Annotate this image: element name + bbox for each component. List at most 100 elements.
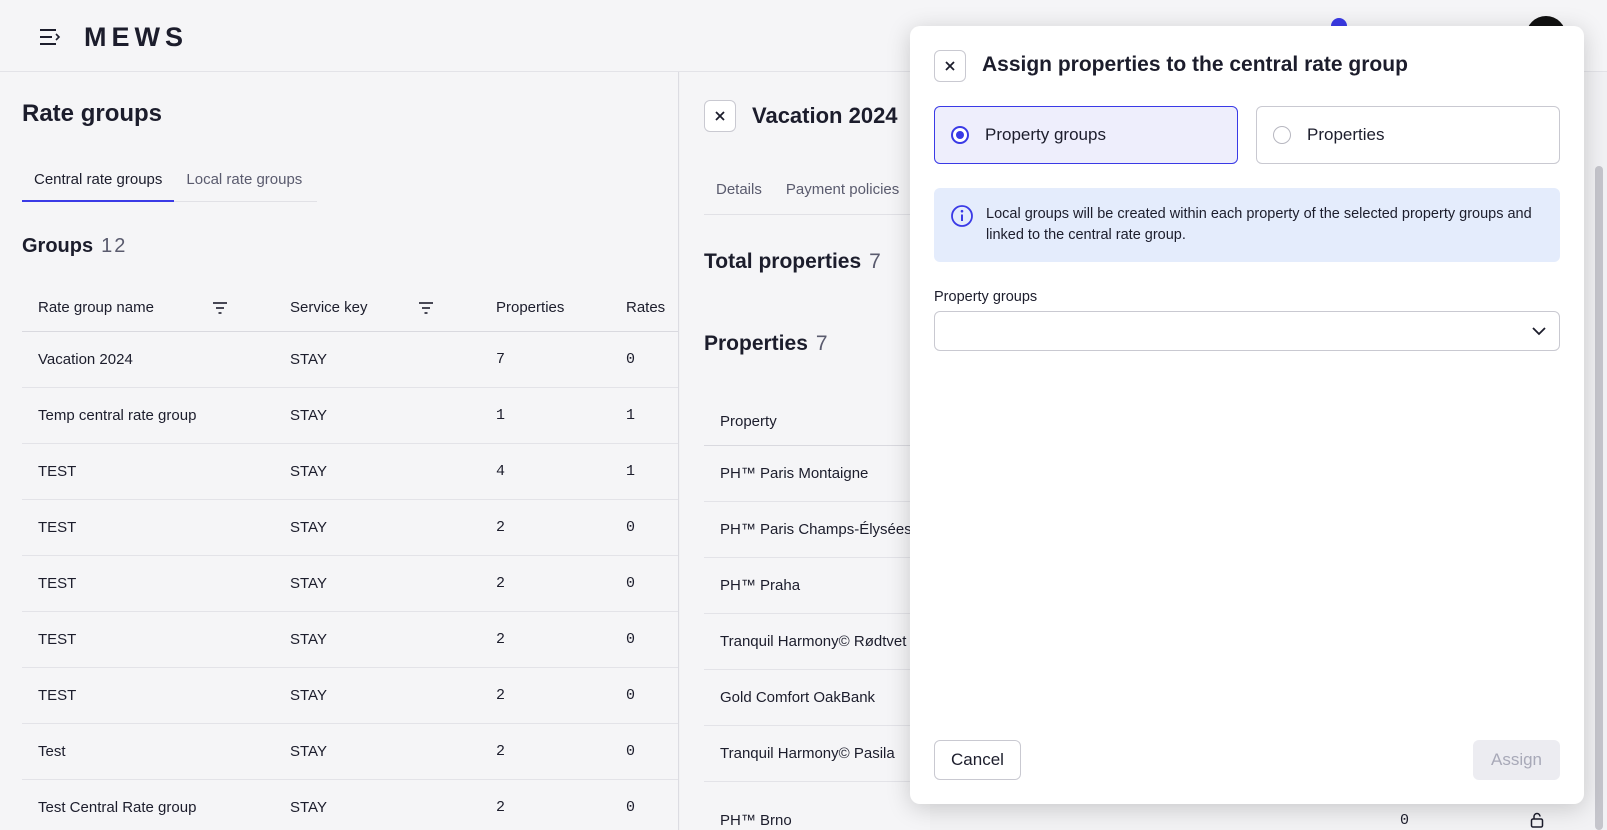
rates-count: 0 (626, 519, 636, 536)
property-groups-label: Property groups (934, 289, 1038, 305)
table-row[interactable]: Test Central Rate group STAY 2 0 (22, 780, 678, 830)
tab-central-rate-groups[interactable]: Central rate groups (22, 160, 175, 202)
table-row[interactable]: PH™ Paris Montaigne (704, 446, 930, 502)
properties-table: Property PH™ Paris Montaigne PH™ Paris C… (704, 398, 930, 782)
cancel-button[interactable]: Cancel (934, 740, 1021, 780)
service-key: STAY (290, 687, 327, 704)
groups-count: 12 (101, 235, 128, 257)
service-key: STAY (290, 631, 327, 648)
column-label: Service key (290, 299, 368, 316)
properties-count: 7 (815, 332, 828, 355)
rate-group-name: Vacation 2024 (38, 351, 133, 368)
tab-details[interactable]: Details (704, 175, 774, 215)
service-key: STAY (290, 743, 327, 760)
info-text: Local groups will be created within each… (986, 206, 1532, 243)
rates-count: 0 (626, 631, 636, 648)
properties-count: 1 (496, 407, 506, 424)
rate-group-name: TEST (38, 519, 77, 536)
table-row[interactable]: Vacation 2024 STAY 7 0 (22, 332, 678, 388)
rate-group-name: Test (38, 743, 66, 760)
properties-heading: Properties 7 (704, 332, 828, 356)
table-row[interactable]: TEST STAY 2 0 (22, 500, 678, 556)
option-label: Property groups (985, 125, 1106, 144)
properties-count: 7 (496, 351, 506, 368)
detail-title: Vacation 2024 (752, 103, 898, 128)
table-row[interactable]: Gold Comfort OakBank (704, 670, 930, 726)
total-properties-count: 7 (869, 250, 881, 273)
option-label: Properties (1307, 125, 1385, 144)
table-header: Rate group name Service key Properties R… (22, 284, 678, 332)
filter-icon[interactable] (418, 301, 434, 315)
column-header-property: Property (704, 398, 930, 446)
table-row[interactable]: Temp central rate group STAY 1 1 (22, 388, 678, 444)
rate-group-name: Test Central Rate group (38, 799, 197, 816)
close-icon (715, 111, 725, 121)
rate-group-detail-panel: Vacation 2024 Details Payment policies T… (680, 72, 930, 830)
info-banner: Local groups will be created within each… (934, 188, 1560, 262)
menu-icon[interactable] (38, 26, 62, 48)
table-row[interactable]: TEST STAY 4 1 (22, 444, 678, 500)
table-row[interactable]: PH™ Praha (704, 558, 930, 614)
dialog-close-button[interactable] (934, 50, 966, 82)
table-row[interactable]: TEST STAY 2 0 (22, 668, 678, 724)
close-icon (945, 61, 955, 71)
property-groups-select[interactable] (934, 311, 1560, 351)
table-row[interactable]: PH™ Brno 0 (704, 812, 1544, 830)
page-title: Rate groups (22, 100, 163, 127)
rates-count: 0 (626, 743, 636, 760)
dialog-title: Assign properties to the central rate gr… (982, 53, 1408, 76)
rates-count: 0 (626, 351, 636, 368)
option-properties[interactable]: Properties (1256, 106, 1560, 164)
rate-group-name: TEST (38, 575, 77, 592)
filter-icon[interactable] (212, 301, 228, 315)
table-row[interactable]: Test STAY 2 0 (22, 724, 678, 780)
rates-count: 0 (626, 799, 636, 816)
properties-count: 2 (496, 631, 506, 648)
rate-group-tabs: Central rate groups Local rate groups (22, 160, 317, 202)
table-row[interactable]: TEST STAY 2 0 (22, 612, 678, 668)
table-row[interactable]: Tranquil Harmony© Rødtvet (704, 614, 930, 670)
service-key: STAY (290, 407, 327, 424)
column-header-service-key[interactable]: Service key (274, 299, 480, 316)
groups-heading: Groups 12 (22, 235, 127, 258)
service-key: STAY (290, 799, 327, 816)
radio-selected-icon[interactable] (951, 126, 969, 144)
app-logo[interactable]: MEWS (84, 22, 188, 53)
rate-group-name: TEST (38, 687, 77, 704)
lock-icon[interactable] (1530, 812, 1544, 828)
assign-button[interactable]: Assign (1473, 740, 1560, 780)
property-name: PH™ Brno (720, 812, 792, 829)
rates-count: 1 (626, 407, 636, 424)
properties-count: 2 (496, 575, 506, 592)
detail-close-button[interactable] (704, 100, 736, 132)
table-row[interactable]: TEST STAY 2 0 (22, 556, 678, 612)
properties-count: 2 (496, 743, 506, 760)
table-row[interactable]: PH™ Paris Champs-Élysées (704, 502, 930, 558)
tab-local-rate-groups[interactable]: Local rate groups (174, 160, 314, 202)
column-header-rate-group-name[interactable]: Rate group name (22, 299, 274, 316)
rate-group-name: TEST (38, 463, 77, 480)
properties-count: 2 (496, 687, 506, 704)
total-properties-label: Total properties (704, 250, 862, 273)
table-row[interactable]: Tranquil Harmony© Pasila (704, 726, 930, 782)
column-header-rates: Rates (626, 299, 666, 316)
service-key: STAY (290, 575, 327, 592)
properties-count: 2 (496, 799, 506, 816)
rates-count: 1 (626, 463, 636, 480)
service-key: STAY (290, 351, 327, 368)
radio-unselected-icon[interactable] (1273, 126, 1291, 144)
rates-count: 0 (626, 687, 636, 704)
tab-payment-policies[interactable]: Payment policies (774, 175, 911, 215)
assign-properties-dialog: Assign properties to the central rate gr… (910, 26, 1584, 804)
rate-groups-panel: Rate groups Central rate groups Local ra… (0, 72, 679, 830)
option-property-groups[interactable]: Property groups (934, 106, 1238, 164)
column-label: Rate group name (38, 299, 154, 316)
rate-group-name: TEST (38, 631, 77, 648)
column-header-properties: Properties (496, 299, 565, 316)
chevron-down-icon (1532, 327, 1546, 336)
scrollbar-thumb[interactable] (1595, 166, 1603, 830)
detail-tabs: Details Payment policies (704, 175, 930, 215)
rate-groups-table: Rate group name Service key Properties R… (22, 284, 678, 830)
info-icon (951, 205, 973, 227)
rates-count: 0 (626, 575, 636, 592)
